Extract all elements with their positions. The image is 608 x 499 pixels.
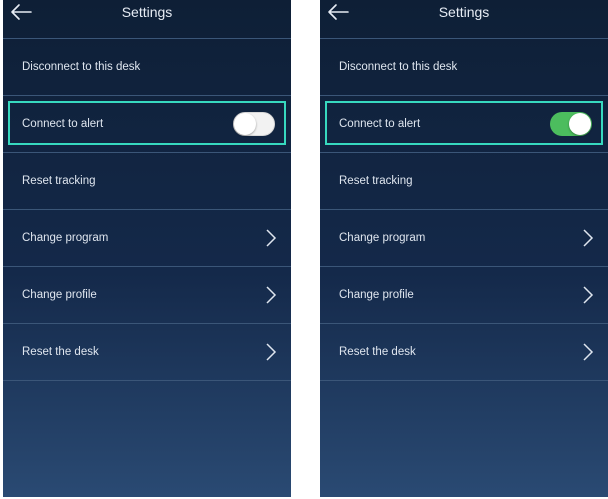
menu-item-connect-to-alert: Connect to alert <box>320 96 608 153</box>
menu-item-disconnect[interactable]: Disconnect to this desk <box>320 39 608 96</box>
menu-item-change-profile[interactable]: Change profile <box>3 267 291 324</box>
alert-toggle-switch[interactable] <box>550 112 592 136</box>
header: Settings <box>3 0 291 39</box>
page-title: Settings <box>438 4 490 20</box>
header: Settings <box>320 0 608 39</box>
menu-item-label: Reset the desk <box>339 346 416 358</box>
menu-item-reset-desk[interactable]: Reset the desk <box>320 324 608 381</box>
chevron-right-icon <box>582 285 594 305</box>
settings-screen-before: Settings Disconnect to this desk Connect… <box>3 0 291 497</box>
menu-item-change-program[interactable]: Change program <box>3 210 291 267</box>
menu-item-connect-to-alert: Connect to alert <box>3 96 291 153</box>
alert-toggle-switch[interactable] <box>233 112 275 136</box>
menu-item-label: Disconnect to this desk <box>339 61 458 73</box>
menu-item-disconnect[interactable]: Disconnect to this desk <box>3 39 291 96</box>
page-title: Settings <box>121 4 173 20</box>
menu-item-reset-tracking[interactable]: Reset tracking <box>320 153 608 210</box>
menu-item-change-program[interactable]: Change program <box>320 210 608 267</box>
chevron-right-icon <box>582 342 594 362</box>
settings-screen-after: Settings Disconnect to this desk Connect… <box>320 0 608 497</box>
menu-item-label: Change program <box>339 232 426 244</box>
chevron-right-icon <box>582 228 594 248</box>
chevron-right-icon <box>265 228 277 248</box>
menu-item-label: Disconnect to this desk <box>22 61 141 73</box>
menu-item-label: Connect to alert <box>22 118 104 130</box>
comparison-stage: Settings Disconnect to this desk Connect… <box>0 0 608 499</box>
menu-item-label: Change program <box>22 232 109 244</box>
chevron-right-icon <box>265 342 277 362</box>
menu-item-label: Reset tracking <box>22 175 96 187</box>
menu-item-reset-desk[interactable]: Reset the desk <box>3 324 291 381</box>
menu-item-reset-tracking[interactable]: Reset tracking <box>3 153 291 210</box>
toggle-knob <box>234 113 256 135</box>
menu-item-label: Change profile <box>22 289 97 301</box>
menu-item-label: Reset the desk <box>22 346 99 358</box>
menu-item-label: Reset tracking <box>339 175 413 187</box>
menu-item-label: Connect to alert <box>339 118 421 130</box>
toggle-knob <box>569 113 591 135</box>
chevron-right-icon <box>265 285 277 305</box>
menu-item-label: Change profile <box>339 289 414 301</box>
menu-item-change-profile[interactable]: Change profile <box>320 267 608 324</box>
